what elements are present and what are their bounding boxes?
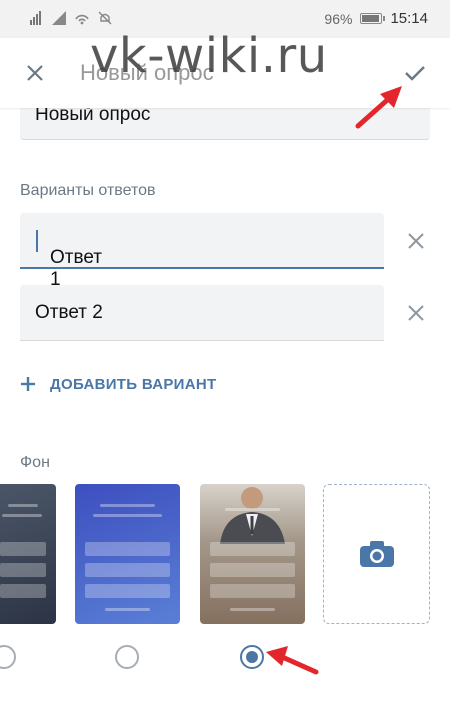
watermark: vk-wiki.ru	[90, 28, 328, 84]
answer-input-2[interactable]: Ответ 2	[20, 285, 384, 341]
upload-background-button[interactable]	[323, 484, 430, 624]
annotation-arrow-confirm	[355, 86, 402, 129]
background-radio-blue[interactable]	[115, 645, 139, 669]
add-option-label: ДОБАВИТЬ ВАРИАНТ	[50, 375, 217, 393]
clock: 15:14	[390, 10, 428, 27]
remove-icon	[408, 233, 424, 249]
battery-percent: 96%	[324, 10, 353, 27]
remove-answer-2-button[interactable]	[402, 299, 430, 327]
background-label: Фон	[20, 454, 50, 471]
check-icon	[405, 66, 425, 81]
close-icon	[27, 65, 43, 81]
answer-row-2: Ответ 2	[20, 285, 430, 341]
wifi-hotspot-icon	[75, 14, 89, 25]
status-icons-right: 96% 15:14	[324, 10, 428, 27]
camera-icon	[359, 541, 394, 567]
answers-label: Варианты ответов	[20, 182, 156, 199]
signal-icon	[52, 11, 66, 25]
close-button[interactable]	[20, 58, 50, 88]
muted-icon	[98, 11, 112, 25]
add-option-button[interactable]: ДОБАВИТЬ ВАРИАНТ	[20, 370, 216, 398]
background-option-photo[interactable]	[200, 484, 305, 624]
background-radio-dark[interactable]	[0, 645, 16, 669]
plus-icon	[21, 377, 35, 391]
remove-icon	[408, 305, 424, 321]
text-caret	[36, 230, 38, 252]
battery-icon	[360, 13, 386, 24]
annotation-arrow-radio	[266, 646, 319, 675]
background-radio-photo[interactable]	[240, 645, 264, 669]
answer-row-1: Ответ 1	[20, 213, 430, 290]
background-option-dark[interactable]	[0, 484, 56, 624]
status-icons-left	[30, 11, 112, 25]
answer-input-1[interactable]: Ответ 1	[20, 213, 384, 290]
sim-signal-icon	[30, 11, 41, 25]
remove-answer-1-button[interactable]	[402, 227, 430, 255]
background-option-blue[interactable]	[75, 484, 180, 624]
answer-value-2: Ответ 2	[35, 302, 103, 323]
